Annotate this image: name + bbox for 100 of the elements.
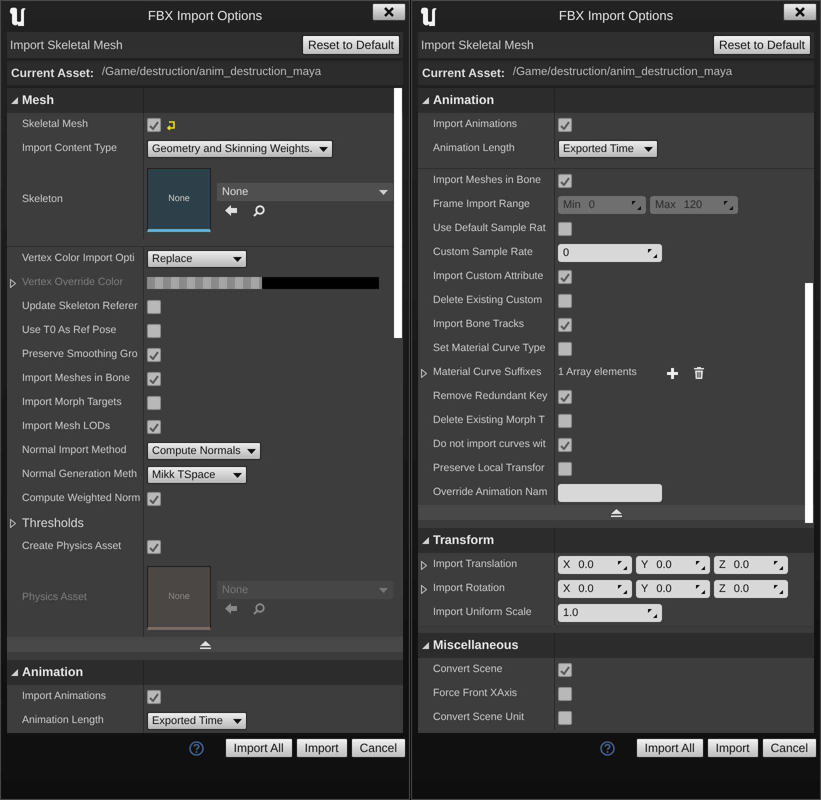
dialog-button[interactable]: Cancel [762, 738, 817, 758]
checkbox[interactable] [147, 420, 161, 434]
number-field[interactable]: Y 0.0 [636, 556, 710, 574]
property-label: Vertex Override Color [22, 275, 123, 290]
property-label: Update Skeleton Referer [22, 299, 138, 314]
dialog-button[interactable]: Import All [636, 738, 704, 758]
reset-arrow-icon[interactable] [167, 120, 176, 130]
drag-arrows-icon [774, 560, 783, 570]
current-asset-label: Current Asset: [422, 65, 505, 82]
category-label: Thresholds [22, 514, 84, 532]
drag-arrows-icon [774, 584, 783, 594]
plus-icon[interactable] [666, 368, 678, 378]
expand-arrow-icon[interactable] [10, 519, 16, 528]
dialog-button[interactable]: Import All [224, 738, 293, 758]
property-label: Import Translation [433, 557, 518, 572]
checkbox[interactable] [558, 687, 572, 701]
dialog-button[interactable]: Import [296, 738, 348, 758]
expand-arrow-icon[interactable] [421, 369, 427, 378]
checkbox[interactable] [558, 342, 572, 356]
drag-arrows-icon [696, 560, 705, 570]
checkbox[interactable] [558, 663, 572, 677]
caret-icon [233, 472, 242, 478]
number-field[interactable]: 1.0 [558, 604, 662, 622]
checkbox[interactable] [147, 348, 161, 362]
dropdown[interactable]: Exported Time [147, 712, 247, 730]
checkbox[interactable] [558, 174, 572, 188]
property-label: Preserve Local Transfor [433, 461, 544, 476]
checkbox[interactable] [558, 462, 572, 476]
help-icon[interactable] [188, 740, 204, 756]
check-icon [149, 374, 159, 384]
dropdown[interactable]: Exported Time [558, 140, 658, 158]
scrollbar-thumb[interactable] [805, 283, 813, 523]
caret-icon [379, 190, 388, 194]
dialog-button[interactable]: Cancel [350, 738, 406, 758]
checkbox[interactable] [147, 396, 161, 410]
help-icon[interactable] [600, 740, 615, 756]
number-field[interactable]: X 0.0 [558, 580, 632, 598]
trash-icon[interactable] [694, 367, 704, 379]
checkbox[interactable] [147, 118, 161, 132]
expanded-arrow-icon[interactable] [11, 97, 18, 104]
checkbox[interactable] [147, 372, 161, 386]
property-label: Use T0 As Ref Pose [22, 323, 116, 338]
text-field[interactable] [558, 484, 662, 502]
expand-arrow-icon[interactable] [421, 561, 427, 570]
number-field[interactable]: Z 0.0 [714, 580, 788, 598]
scrollbar-thumb[interactable] [394, 88, 402, 338]
checkbox[interactable] [147, 690, 161, 704]
checkbox[interactable] [558, 118, 572, 132]
checkbox[interactable] [147, 540, 161, 554]
property-label: Convert Scene Unit [433, 710, 524, 726]
dropdown[interactable]: Replace [147, 250, 247, 268]
check-icon [560, 320, 570, 330]
checkbox[interactable] [558, 294, 572, 308]
close-icon [384, 7, 394, 17]
checkbox[interactable] [558, 414, 572, 428]
checkbox[interactable] [147, 324, 161, 338]
property-label: Import Content Type [22, 141, 117, 156]
checkbox[interactable] [147, 300, 161, 314]
drag-arrows-icon [618, 560, 627, 570]
expanded-arrow-icon[interactable] [422, 97, 429, 104]
dropdown[interactable]: Mikk TSpace [147, 466, 247, 484]
reset-to-default-button[interactable]: Reset to Default [302, 35, 400, 55]
property-label: Use Default Sample Rat [433, 221, 546, 236]
close-button[interactable] [783, 3, 817, 21]
dropdown[interactable]: Compute Normals [147, 442, 261, 460]
eject-icon [610, 508, 622, 516]
number-field[interactable]: Z 0.0 [714, 556, 788, 574]
checkbox[interactable] [558, 270, 572, 284]
checkbox[interactable] [558, 438, 572, 452]
checkbox[interactable] [558, 390, 572, 404]
caret-icon [246, 448, 256, 454]
number-field[interactable]: X 0.0 [558, 556, 632, 574]
caret-icon [233, 256, 242, 262]
property-label: Normal Import Method [22, 443, 126, 458]
dropdown[interactable]: Geometry and Skinning Weights. [147, 140, 333, 158]
checkbox[interactable] [558, 711, 572, 725]
property-label: Custom Sample Rate [433, 245, 533, 260]
property-label: Import Meshes in Bone [22, 371, 130, 386]
check-icon [560, 440, 570, 450]
color-swatch[interactable] [147, 277, 379, 289]
reset-to-default-button[interactable]: Reset to Default [712, 35, 811, 55]
close-button[interactable] [372, 3, 406, 21]
dialog-button[interactable]: Import [706, 738, 759, 758]
property-label: Import Uniform Scale [433, 605, 532, 620]
search-icon[interactable] [253, 205, 265, 217]
expanded-arrow-icon[interactable] [422, 642, 429, 649]
arrow-left-icon[interactable] [225, 205, 237, 216]
drag-arrows-icon [648, 608, 657, 618]
check-icon [149, 494, 159, 504]
number-field[interactable]: 0 [558, 244, 662, 262]
checkbox[interactable] [147, 492, 161, 506]
asset-dropdown[interactable]: None [217, 183, 393, 201]
checkbox[interactable] [558, 222, 572, 236]
expanded-arrow-icon[interactable] [11, 669, 18, 676]
checkbox[interactable] [558, 318, 572, 332]
expand-arrow-icon[interactable] [421, 585, 427, 594]
number-field[interactable]: Y 0.0 [636, 580, 710, 598]
expanded-arrow-icon[interactable] [422, 537, 429, 544]
collapse-button[interactable] [418, 505, 814, 520]
property-label: Do not import curves wit [433, 437, 546, 452]
